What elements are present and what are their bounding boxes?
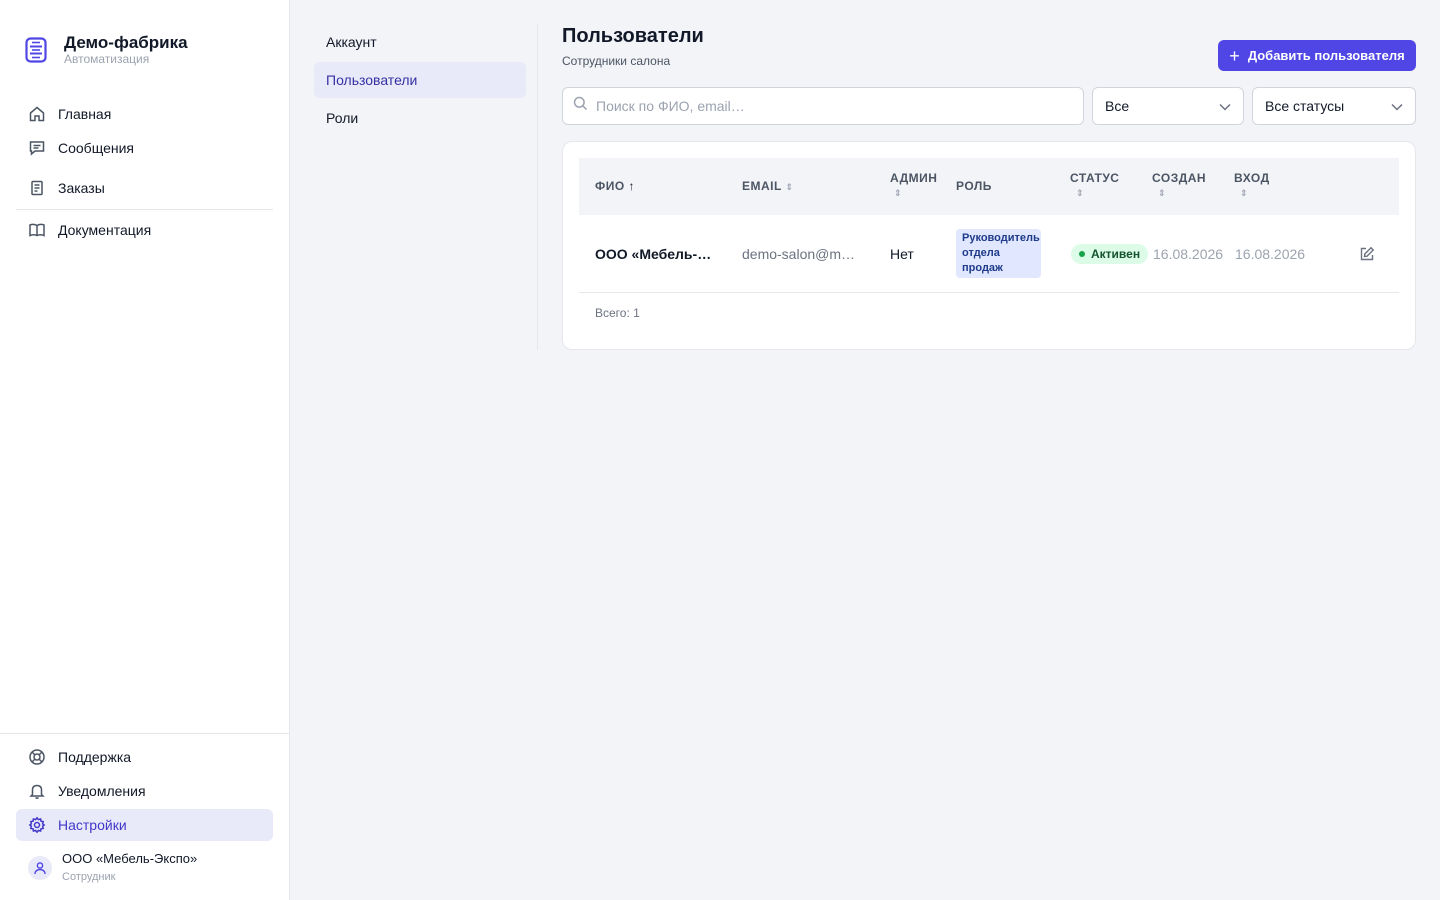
role-filter-select[interactable]: Все xyxy=(1092,87,1244,125)
sort-icon: ⇕ xyxy=(1240,188,1249,198)
page-title: Пользователи xyxy=(562,25,704,47)
sort-icon: ⇕ xyxy=(1076,188,1085,198)
lifebuoy-icon xyxy=(28,748,46,766)
sidebar-item-orders[interactable]: Заказы xyxy=(16,172,273,204)
subnav-divider xyxy=(537,24,538,350)
cell-name: ООО «Мебель-… xyxy=(595,246,712,262)
status-filter-select[interactable]: Все статусы xyxy=(1252,87,1416,125)
sort-icon: ⇕ xyxy=(1158,188,1167,198)
column-header-name[interactable]: ФИО ↑ xyxy=(595,179,635,193)
search-box xyxy=(562,87,1084,125)
status-filter-value: Все статусы xyxy=(1265,98,1345,114)
subnav-item-account[interactable]: Аккаунт xyxy=(314,24,526,60)
row-divider xyxy=(579,292,1399,293)
brand-subtitle: Автоматизация xyxy=(64,52,150,66)
main-nav: Главная Сообщения Заказы Документация xyxy=(16,98,273,246)
add-user-button[interactable]: + Добавить пользователя xyxy=(1218,40,1416,71)
sidebar-item-label: Документация xyxy=(58,222,152,238)
sidebar-item-home[interactable]: Главная xyxy=(16,98,273,130)
bottom-nav: Поддержка Уведомления Настройки xyxy=(16,741,273,841)
chevron-down-icon xyxy=(1219,98,1231,114)
bell-icon xyxy=(28,782,46,800)
column-header-admin[interactable]: АДМИН ⇕ xyxy=(890,171,937,199)
sidebar-item-label: Поддержка xyxy=(58,749,132,765)
table-header: ФИО ↑ EMAIL ⇕ АДМИН ⇕ РОЛЬ СТАТУС ⇕ СОЗДАН… xyxy=(579,158,1399,215)
sidebar-item-label: Настройки xyxy=(58,817,127,833)
sort-icon: ⇕ xyxy=(894,188,903,198)
subnav-item-roles[interactable]: Роли xyxy=(314,100,526,136)
subnav-item-users[interactable]: Пользователи xyxy=(314,62,526,98)
add-user-label: Добавить пользователя xyxy=(1247,48,1405,63)
status-dot-icon xyxy=(1079,251,1085,257)
search-icon xyxy=(573,96,588,116)
sidebar-item-support[interactable]: Поддержка xyxy=(16,741,273,773)
user-icon xyxy=(34,862,46,875)
sort-asc-icon: ↑ xyxy=(628,179,636,193)
column-header-created[interactable]: СОЗДАН ⇕ xyxy=(1152,171,1206,199)
settings-subnav: Аккаунт Пользователи Роли xyxy=(314,24,526,138)
sidebar: Демо-фабрика Автоматизация Главная Сообщ… xyxy=(0,0,290,900)
column-header-status[interactable]: СТАТУС ⇕ xyxy=(1070,171,1119,199)
database-logo-icon xyxy=(24,35,48,65)
role-filter-value: Все xyxy=(1105,98,1130,114)
role-badge: Руководитель отдела продаж xyxy=(956,229,1041,278)
edit-icon[interactable] xyxy=(1359,246,1375,262)
user-profile[interactable]: ООО «Мебель-Экспо» Сотрудник xyxy=(28,850,197,886)
status-badge: Активен xyxy=(1071,244,1149,264)
sidebar-item-label: Сообщения xyxy=(58,140,134,156)
cell-created: 16.08.2026 xyxy=(1153,246,1224,262)
home-icon xyxy=(28,105,46,123)
search-input[interactable] xyxy=(596,98,1056,114)
brand-title: Демо-фабрика xyxy=(64,33,188,52)
table-total: Всего: 1 xyxy=(595,306,640,320)
column-header-email[interactable]: EMAIL ⇕ xyxy=(742,179,794,193)
cell-admin: Нет xyxy=(890,246,914,262)
avatar xyxy=(28,856,52,880)
column-header-role: РОЛЬ xyxy=(956,179,992,193)
sort-icon: ⇕ xyxy=(785,182,794,192)
user-name: ООО «Мебель-Экспо» xyxy=(62,851,198,866)
brand[interactable]: Демо-фабрика Автоматизация xyxy=(24,34,188,66)
sidebar-item-messages[interactable]: Сообщения xyxy=(16,132,273,164)
cell-email: demo-salon@m… xyxy=(742,246,856,262)
sidebar-item-docs[interactable]: Документация xyxy=(16,214,273,246)
plus-icon: + xyxy=(1229,45,1240,66)
sidebar-item-label: Заказы xyxy=(58,180,105,196)
sidebar-divider xyxy=(0,733,289,734)
message-icon xyxy=(28,139,46,157)
nav-divider xyxy=(16,209,273,210)
page-subtitle: Сотрудники салона xyxy=(562,54,671,68)
chevron-down-icon xyxy=(1391,98,1403,114)
sidebar-item-label: Уведомления xyxy=(58,783,146,799)
book-icon xyxy=(28,221,46,239)
gear-icon xyxy=(28,816,46,834)
sidebar-item-settings[interactable]: Настройки xyxy=(16,809,273,841)
document-icon xyxy=(28,179,46,197)
cell-login: 16.08.2026 xyxy=(1235,246,1306,262)
sidebar-item-notifications[interactable]: Уведомления xyxy=(16,775,273,807)
column-header-login[interactable]: ВХОД ⇕ xyxy=(1234,171,1270,199)
users-table-card: ФИО ↑ EMAIL ⇕ АДМИН ⇕ РОЛЬ СТАТУС ⇕ СОЗДАН… xyxy=(562,141,1416,350)
user-role: Сотрудник xyxy=(62,871,116,883)
sidebar-item-label: Главная xyxy=(58,106,112,122)
